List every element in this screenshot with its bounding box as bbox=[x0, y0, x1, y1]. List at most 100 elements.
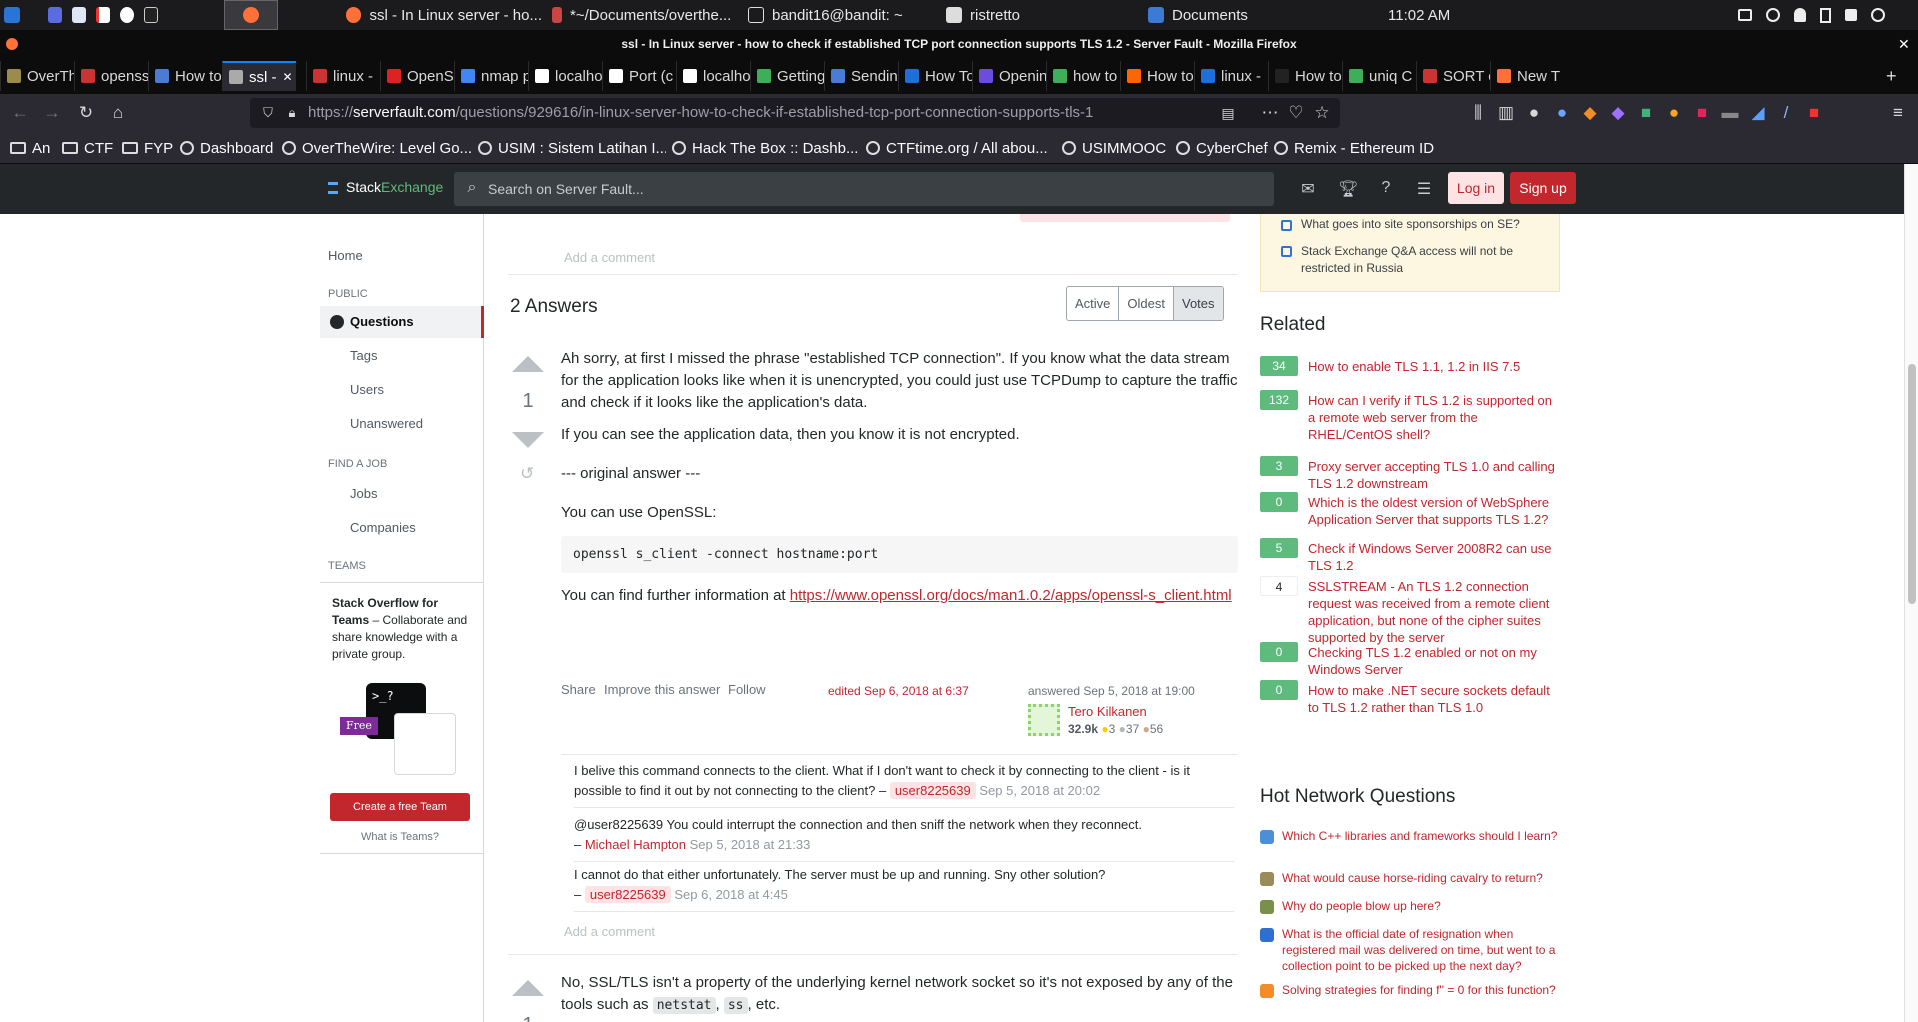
text-editor-icon[interactable] bbox=[95, 7, 110, 23]
lock-icon[interactable] bbox=[1845, 9, 1857, 21]
browser-tab[interactable]: nmap p bbox=[454, 61, 528, 91]
related-question-link[interactable]: Which is the oldest version of WebSphere… bbox=[1308, 494, 1560, 528]
firefox-workspace-button[interactable] bbox=[224, 0, 278, 30]
history-icon[interactable]: ↺ bbox=[520, 464, 534, 484]
hot-network-question-link[interactable]: What would cause horse-riding cavalry to… bbox=[1282, 870, 1560, 886]
taskbar-terminal-window[interactable]: bandit16@bandit: ~ bbox=[748, 0, 908, 30]
login-button[interactable]: Log in bbox=[1448, 172, 1504, 204]
network-icon[interactable] bbox=[1766, 8, 1780, 22]
display-icon[interactable] bbox=[1738, 9, 1752, 21]
follow-link[interactable]: Follow bbox=[728, 682, 766, 697]
url-bar[interactable]: https://serverfault.com/questions/929616… bbox=[250, 98, 1340, 128]
nav-questions[interactable]: Questions bbox=[350, 314, 414, 329]
browser-tab[interactable]: uniq C bbox=[1342, 61, 1416, 91]
shield-icon[interactable]: ⛉ bbox=[258, 103, 278, 123]
browser-tab[interactable]: linux - bbox=[1194, 61, 1268, 91]
improve-answer-link[interactable]: Improve this answer bbox=[604, 682, 720, 697]
browser-tab[interactable]: linux - bbox=[306, 61, 380, 91]
browser-tab[interactable]: how to bbox=[1046, 61, 1120, 91]
related-question-link[interactable]: How to make .NET secure sockets default … bbox=[1308, 682, 1560, 716]
upvote-icon[interactable] bbox=[512, 980, 544, 996]
extension-icon[interactable]: ● bbox=[1552, 103, 1572, 123]
related-question-link[interactable]: SSLSTREAM - An TLS 1.2 connection reques… bbox=[1308, 578, 1560, 646]
browser-tab[interactable]: How to bbox=[1268, 61, 1342, 91]
bookmark-item[interactable]: OverTheWire: Level Go... bbox=[282, 138, 472, 158]
taskbar-editor-window[interactable]: *~/Documents/overthe... bbox=[552, 0, 738, 30]
related-question-link[interactable]: How can I verify if TLS 1.2 is supported… bbox=[1308, 392, 1560, 443]
help-icon[interactable]: ? bbox=[1376, 179, 1396, 199]
pocket-icon[interactable]: ♡ bbox=[1286, 103, 1306, 123]
browser-tab[interactable]: SORT c bbox=[1416, 61, 1490, 91]
terminal-icon[interactable] bbox=[143, 7, 158, 23]
bookmark-item[interactable]: USIMMOOC bbox=[1062, 138, 1170, 158]
close-tab-icon[interactable]: ✕ bbox=[283, 70, 293, 84]
bookmark-star-icon[interactable]: ☆ bbox=[1312, 103, 1332, 123]
achievements-icon[interactable]: 🏆︎ bbox=[1338, 179, 1358, 199]
browser-tab[interactable]: OpenS bbox=[380, 61, 454, 91]
clipboard-icon[interactable] bbox=[1820, 7, 1831, 23]
scrollbar-thumb[interactable] bbox=[1908, 364, 1916, 604]
extension-icon[interactable]: ◢ bbox=[1748, 103, 1768, 123]
extension-icon[interactable]: ● bbox=[1664, 103, 1684, 123]
what-is-teams-link[interactable]: What is Teams? bbox=[320, 831, 480, 843]
browser-tab[interactable]: New T bbox=[1490, 61, 1564, 91]
reload-icon[interactable]: ↻ bbox=[76, 103, 96, 123]
taskbar-firefox-window[interactable]: ssl - In Linux server - ho... bbox=[346, 0, 542, 30]
nav-users[interactable]: Users bbox=[350, 382, 384, 397]
browser-tab[interactable]: localho bbox=[676, 61, 750, 91]
extension-icon[interactable]: ■ bbox=[1636, 103, 1656, 123]
sort-tab-votes[interactable]: Votes bbox=[1173, 287, 1223, 320]
add-comment-link[interactable]: Add a comment bbox=[564, 250, 655, 265]
extension-icon[interactable]: ● bbox=[1524, 103, 1544, 123]
browser-tab[interactable]: How To bbox=[898, 61, 972, 91]
bookmark-item[interactable]: USIM : Sistem Latihan I... bbox=[478, 138, 666, 158]
extension-icon[interactable]: ◆ bbox=[1608, 103, 1628, 123]
browser-tab[interactable]: Getting bbox=[750, 61, 824, 91]
extension-icon[interactable]: / bbox=[1776, 103, 1796, 123]
share-link[interactable]: Share bbox=[561, 682, 596, 697]
browser-tab[interactable]: How to bbox=[148, 61, 222, 91]
meta-item[interactable]: Stack Exchange Q&A access will not be re… bbox=[1301, 243, 1541, 277]
comment-user[interactable]: user8225639 bbox=[889, 782, 976, 799]
browser-tab[interactable]: Sendin bbox=[824, 61, 898, 91]
browser-tab[interactable]: OverTh bbox=[0, 61, 74, 91]
desktop-icon[interactable] bbox=[48, 7, 62, 23]
avatar[interactable] bbox=[1028, 704, 1060, 736]
browser-tab[interactable]: How to bbox=[1120, 61, 1194, 91]
inbox-icon[interactable]: ✉ bbox=[1298, 179, 1318, 199]
browser-tab[interactable]: ssl - ✕ bbox=[222, 61, 296, 91]
nav-home[interactable]: Home bbox=[328, 248, 363, 263]
browser-tab[interactable]: openss bbox=[74, 61, 148, 91]
sidebar-icon[interactable]: ▥ bbox=[1496, 103, 1516, 123]
nav-tags[interactable]: Tags bbox=[350, 348, 377, 363]
nav-unanswered[interactable]: Unanswered bbox=[350, 416, 423, 431]
padlock-icon[interactable]: 🔒︎ bbox=[282, 103, 302, 123]
forward-icon[interactable]: → bbox=[42, 103, 62, 123]
related-question-link[interactable]: How to enable TLS 1.1, 1.2 in IIS 7.5 bbox=[1308, 358, 1560, 375]
home-icon[interactable]: ⌂ bbox=[108, 103, 128, 123]
author-name[interactable]: Tero Kilkanen bbox=[1068, 704, 1147, 719]
bookmark-item[interactable]: CTFtime.org / All abou... bbox=[866, 138, 1056, 158]
new-tab-icon[interactable]: + bbox=[1886, 66, 1897, 87]
reader-view-icon[interactable]: ▤ bbox=[1218, 103, 1238, 123]
related-question-link[interactable]: Check if Windows Server 2008R2 can use T… bbox=[1308, 540, 1560, 574]
hot-network-question-link[interactable]: Which C++ libraries and frameworks shoul… bbox=[1282, 828, 1560, 844]
comment-user[interactable]: Michael Hampton bbox=[585, 837, 686, 852]
browser-icon[interactable] bbox=[119, 7, 134, 23]
related-question-link[interactable]: Proxy server accepting TLS 1.0 and calli… bbox=[1308, 458, 1560, 492]
comment-user[interactable]: user8225639 bbox=[584, 886, 671, 903]
page-scrollbar[interactable] bbox=[1904, 164, 1918, 1022]
app-menu-icon[interactable] bbox=[4, 0, 28, 30]
bookmark-item[interactable]: Remix - Ethereum IDE bbox=[1274, 138, 1434, 158]
upvote-icon[interactable] bbox=[512, 356, 544, 372]
browser-tab[interactable]: localho bbox=[528, 61, 602, 91]
nav-companies[interactable]: Companies bbox=[350, 520, 416, 535]
extension-icon[interactable]: ■ bbox=[1804, 103, 1824, 123]
page-actions-icon[interactable]: ⋯ bbox=[1260, 103, 1280, 123]
menu-icon[interactable]: ≡ bbox=[1888, 103, 1908, 123]
taskbar-ristretto-window[interactable]: ristretto bbox=[946, 0, 1066, 30]
downvote-icon[interactable] bbox=[512, 432, 544, 448]
bookmark-item[interactable]: Hack The Box :: Dashb... bbox=[672, 138, 860, 158]
signup-button[interactable]: Sign up bbox=[1510, 172, 1576, 204]
power-icon[interactable] bbox=[1871, 8, 1885, 22]
